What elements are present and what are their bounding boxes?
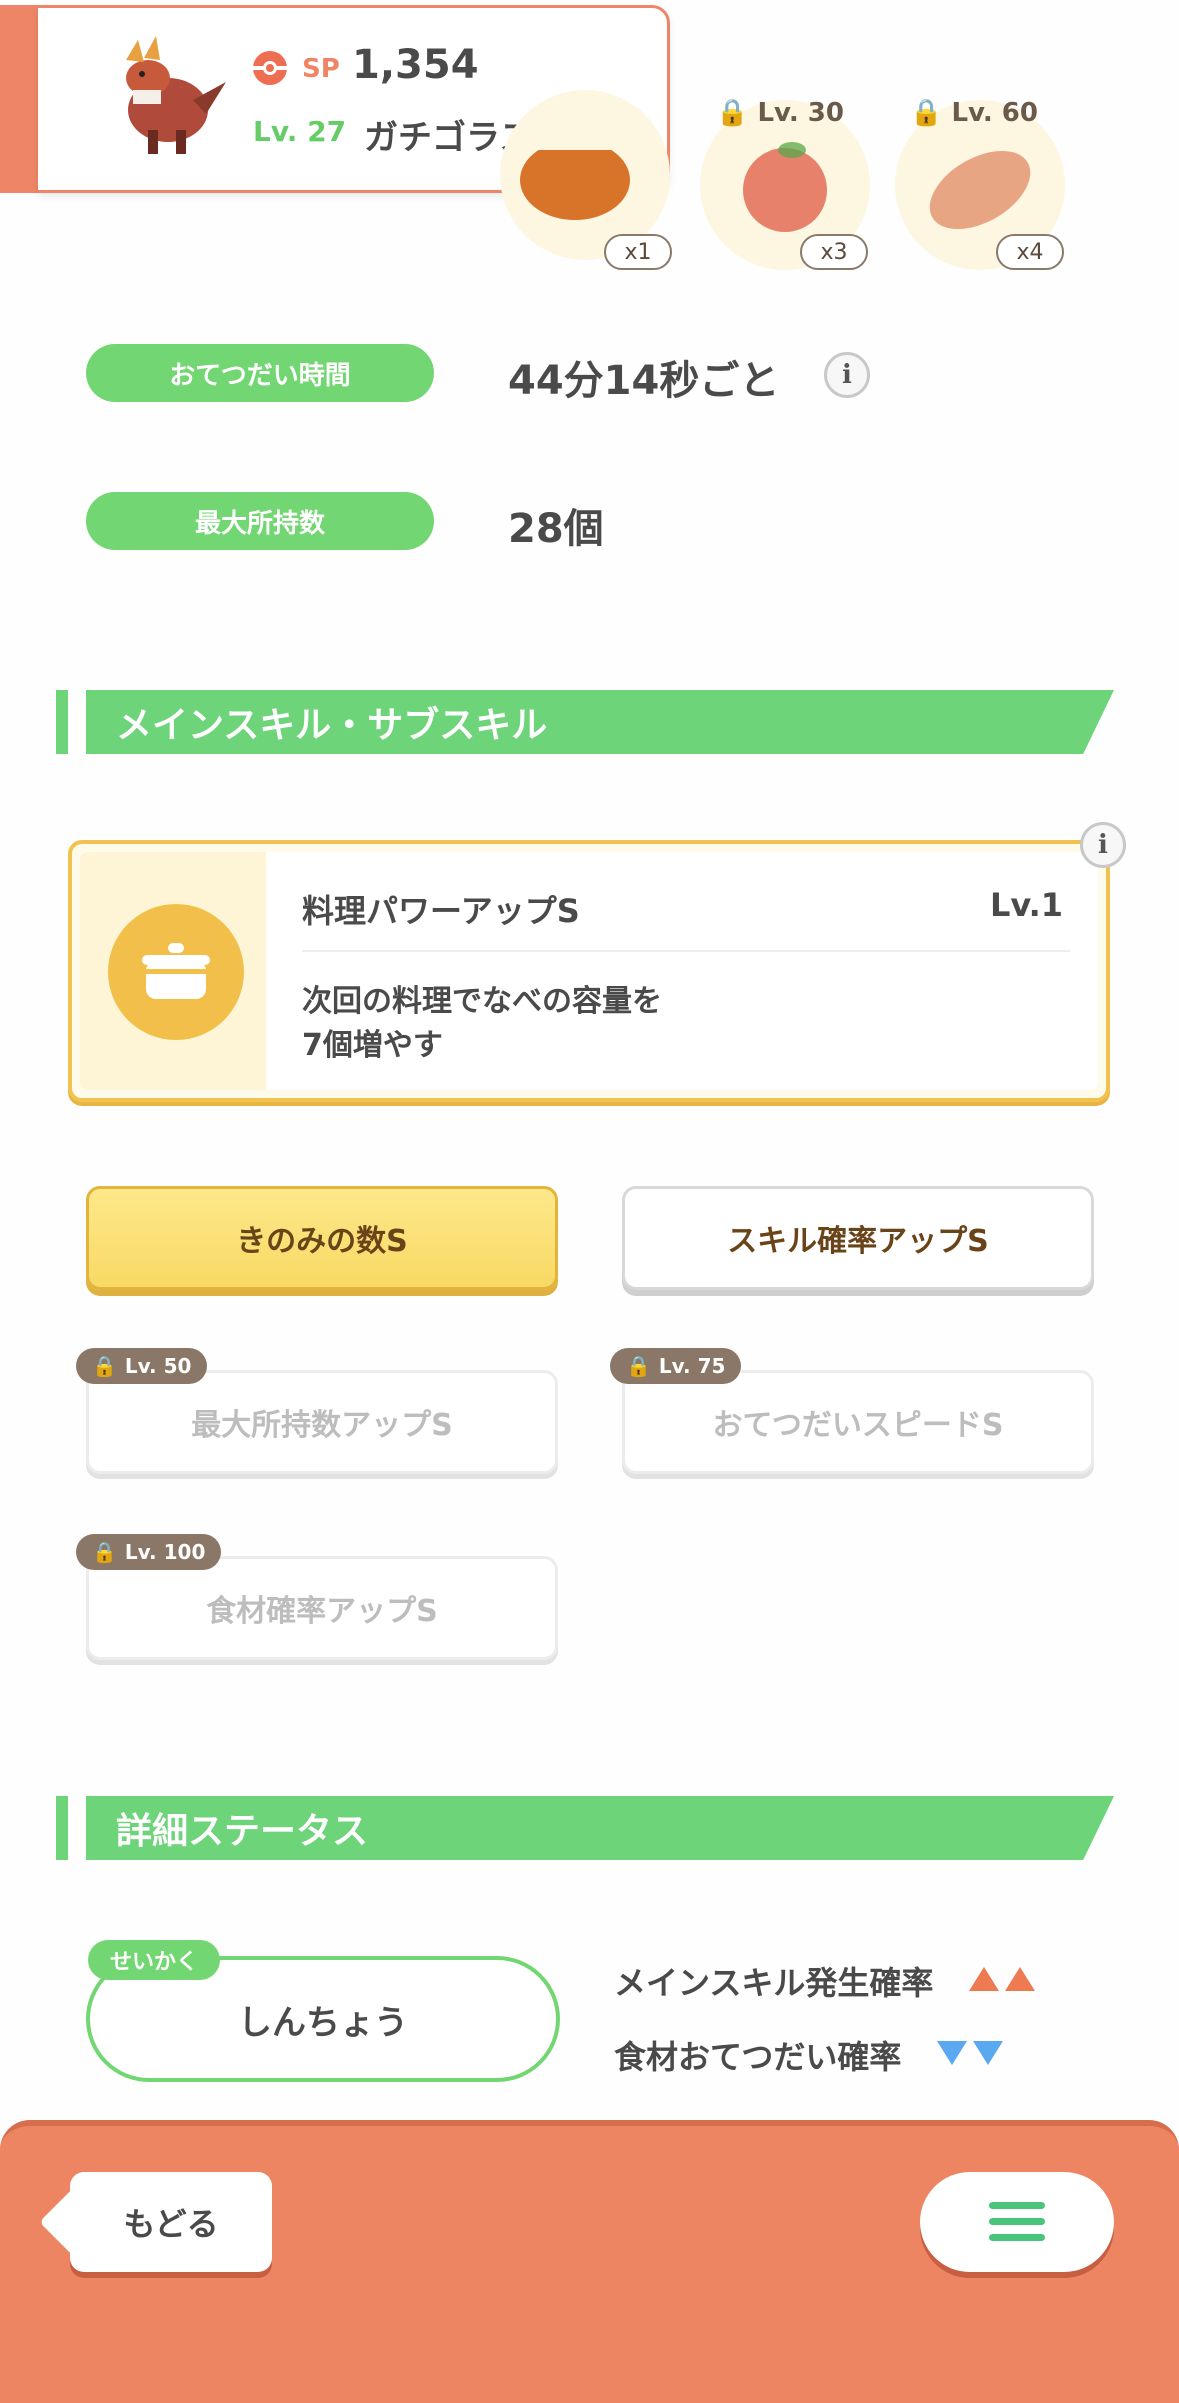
sub-skill-4-lock-tag: 🔒 Lv. 75 <box>610 1348 742 1384</box>
skill-info-icon[interactable]: i <box>1080 822 1126 868</box>
main-skill-name: 料理パワーアップS <box>302 892 580 930</box>
details-section-title: 詳細ステータス <box>86 1796 1114 1860</box>
apple-icon <box>743 142 827 232</box>
main-skill-level: Lv.1 <box>990 886 1064 924</box>
sp-icon <box>253 51 287 85</box>
down-arrows-icon <box>937 2041 1009 2069</box>
ingredient-1-icon <box>520 150 630 220</box>
up-arrows-icon <box>969 1967 1041 1995</box>
sub-skill-5-lock-level: Lv. 100 <box>124 1540 206 1564</box>
section-marker <box>56 690 68 754</box>
sub-skill-4-button[interactable]: おてつだいスピードS <box>622 1370 1094 1474</box>
menu-button[interactable] <box>920 2172 1114 2272</box>
sub-skill-4-lock-level: Lv. 75 <box>658 1354 726 1378</box>
divider <box>302 950 1070 952</box>
sub-skill-5-lock-tag: 🔒 Lv. 100 <box>76 1534 222 1570</box>
sub-skill-3-lock-level: Lv. 50 <box>124 1354 192 1378</box>
sub-skill-1-button[interactable]: きのみの数S <box>86 1186 558 1290</box>
help-time-value: 44分14秒ごと <box>508 358 780 404</box>
max-carry-label: 最大所持数 <box>86 492 434 550</box>
nature-up-row: メインスキル発生確率 <box>614 1958 1041 2004</box>
sub-skill-3-lock-tag: 🔒 Lv. 50 <box>76 1348 208 1384</box>
pokemon-sprite <box>126 36 226 154</box>
ingredient-2-lock: 🔒 Lv. 30 <box>716 98 844 128</box>
pokemon-level: Lv. 27 <box>253 115 347 148</box>
nature-tag: せいかく <box>88 1940 221 1980</box>
sp-value: 1,354 <box>352 42 479 88</box>
main-skill-desc-line1: 次回の料理でなべの容量を <box>302 984 662 1019</box>
sp-label: SP <box>302 54 340 84</box>
nature-up-label: メインスキル発生確率 <box>614 1964 934 2002</box>
ingredient-3-count: x4 <box>996 234 1064 270</box>
ingredient-3-lock: 🔒 Lv. 60 <box>910 98 1038 128</box>
skills-section-title: メインスキル・サブスキル <box>86 690 1114 754</box>
sub-skill-2-button[interactable]: スキル確率アップS <box>622 1186 1094 1290</box>
ingredient-2-lock-level: Lv. 30 <box>757 98 844 128</box>
main-skill-desc-line2: 7個増やす <box>302 1028 443 1063</box>
help-time-label: おてつだい時間 <box>86 344 434 402</box>
hamburger-icon <box>989 2202 1045 2241</box>
sub-skill-3-button[interactable]: 最大所持数アップS <box>86 1370 558 1474</box>
pot-icon <box>108 904 244 1040</box>
sausage-icon <box>929 150 1031 230</box>
main-skill-description: 次回の料理でなべの容量を 7個増やす <box>302 980 662 1068</box>
info-icon[interactable]: i <box>824 352 870 398</box>
nature-down-row: 食材おてつだい確率 <box>614 2032 1009 2078</box>
section-marker <box>56 1796 68 1860</box>
sub-skill-5-button[interactable]: 食材確率アップS <box>86 1556 558 1660</box>
lock-icon: 🔒 <box>626 1354 651 1378</box>
nature-down-label: 食材おてつだい確率 <box>614 2038 902 2076</box>
lock-icon: 🔒 <box>92 1354 117 1378</box>
back-button[interactable]: もどる <box>70 2172 272 2272</box>
ingredient-2-count: x3 <box>800 234 868 270</box>
ingredient-3-lock-level: Lv. 60 <box>951 98 1038 128</box>
lock-icon: 🔒 <box>92 1540 117 1564</box>
lock-icon: 🔒 <box>910 98 943 128</box>
ingredient-1-count: x1 <box>604 234 672 270</box>
lock-icon: 🔒 <box>716 98 749 128</box>
max-carry-value: 28個 <box>508 506 604 552</box>
